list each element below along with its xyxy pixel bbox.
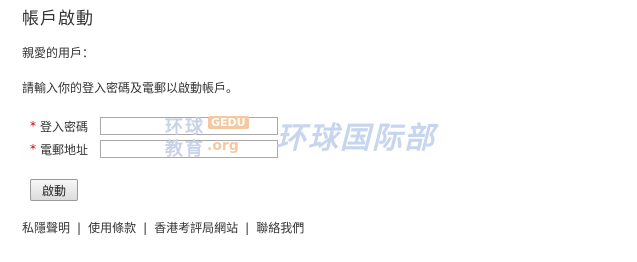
footer-link-hkeaa-site[interactable]: 香港考評局網站 — [154, 219, 238, 236]
footer-link-terms[interactable]: 使用條款 — [88, 219, 136, 236]
footer-separator: | — [143, 220, 148, 235]
footer-separator: | — [77, 220, 82, 235]
password-field[interactable] — [100, 117, 278, 135]
activate-button[interactable]: 啟動 — [30, 179, 78, 201]
footer-link-contact[interactable]: 聯絡我們 — [256, 219, 304, 236]
footer-links: 私隱聲明 | 使用條款 | 香港考評局網站 | 聯絡我們 — [22, 219, 304, 236]
footer-link-privacy[interactable]: 私隱聲明 — [22, 219, 70, 236]
email-label: 電郵地址 — [40, 142, 89, 157]
footer-separator: | — [245, 220, 250, 235]
password-row: * 登入密碼 — [30, 116, 278, 136]
greeting: 親愛的用戶： — [22, 46, 95, 60]
watermark-brand: 环球国际部 — [276, 121, 436, 156]
instruction-text: 請輸入你的登入密碼及電郵以啟動帳戶。 — [22, 81, 239, 95]
password-label: 登入密碼 — [40, 119, 89, 134]
required-mark: * — [30, 119, 36, 133]
required-mark: * — [30, 142, 36, 156]
email-row: * 電郵地址 — [30, 139, 278, 159]
page-title: 帳戶啟動 — [22, 9, 94, 29]
email-field[interactable] — [100, 140, 278, 158]
